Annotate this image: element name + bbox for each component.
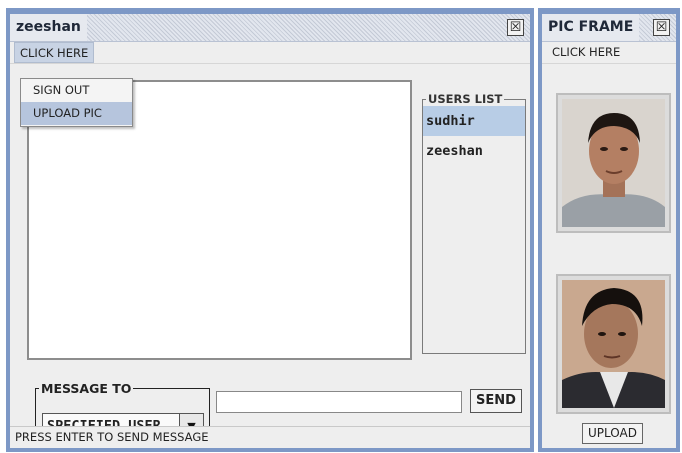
menu-item-sign-out[interactable]: SIGN OUT xyxy=(21,79,132,102)
close-icon[interactable]: ☒ xyxy=(653,19,670,36)
send-button[interactable]: SEND xyxy=(470,389,522,413)
user-photo-frame xyxy=(556,93,671,233)
users-list-panel: USERS LIST sudhir zeeshan xyxy=(422,92,526,354)
user-list-item[interactable]: sudhir xyxy=(423,106,525,136)
menu-item-upload-pic[interactable]: UPLOAD PIC xyxy=(21,102,132,125)
user-photo xyxy=(562,99,665,227)
user-list-item[interactable]: zeeshan xyxy=(423,136,525,166)
click-here-dropdown: SIGN OUT UPLOAD PIC xyxy=(20,78,133,127)
message-input[interactable] xyxy=(216,391,462,413)
user-photo xyxy=(562,280,665,408)
chat-title-bar[interactable]: zeeshan ☒ xyxy=(10,14,530,42)
pic-window-title: PIC FRAME xyxy=(542,14,640,41)
close-icon[interactable]: ☒ xyxy=(507,19,524,36)
click-here-menu[interactable]: CLICK HERE xyxy=(14,42,95,63)
chat-window: zeeshan ☒ CLICK HERE SIGN OUT UPLOAD PIC… xyxy=(6,8,534,452)
chat-menubar: CLICK HERE xyxy=(10,42,530,64)
upload-button[interactable]: UPLOAD xyxy=(582,423,643,444)
pic-menubar: CLICK HERE xyxy=(542,42,676,64)
status-bar: PRESS ENTER TO SEND MESSAGE xyxy=(10,426,530,448)
pic-frame-window: PIC FRAME ☒ CLICK HERE UPLOAD xyxy=(538,8,680,452)
message-to-label: MESSAGE TO xyxy=(41,381,132,396)
chat-window-title: zeeshan xyxy=(10,14,87,41)
pic-title-bar[interactable]: PIC FRAME ☒ xyxy=(542,14,676,42)
user-photo-frame xyxy=(556,274,671,414)
pic-click-here-menu[interactable]: CLICK HERE xyxy=(547,42,625,63)
users-list-label: USERS LIST xyxy=(428,92,503,106)
